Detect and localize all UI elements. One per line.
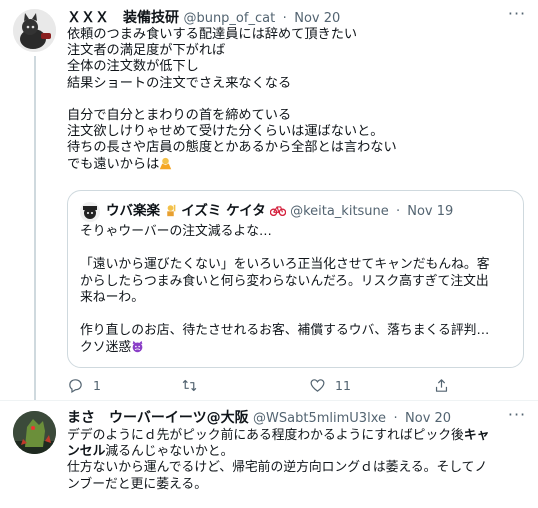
text-line: 結果ショートの注文でさえ来なくなる	[67, 75, 292, 91]
text-line: そりゃウーバーの注文減るよな…	[80, 224, 272, 239]
separator-dot: ·	[395, 204, 401, 219]
more-options-icon[interactable]: ···	[506, 407, 528, 426]
avatar[interactable]	[13, 9, 56, 52]
text-line: 来ねーわ。	[80, 290, 144, 305]
display-name[interactable]: ＸＸＸ 装備技研	[67, 10, 179, 26]
retweet-button[interactable]	[181, 374, 207, 396]
tweet-header: まさ ウーバーイーツ@大阪 @WSabt5mlimU3lxe · Nov 20	[67, 409, 498, 428]
handle[interactable]: @WSabt5mlimU3lxe	[253, 411, 386, 426]
like-button[interactable]: 11	[309, 374, 351, 396]
text-line: 待ちの長さや店員の態度とかあるから全部とは言わない	[67, 140, 397, 156]
quoted-timestamp: Nov 19	[407, 204, 454, 219]
text-bold: キャ	[463, 428, 490, 443]
text-line: 減るんじゃないかと。	[105, 444, 234, 460]
timestamp[interactable]: Nov 20	[294, 11, 340, 26]
text-line: 「遠いから運びたくない」をいろいろ正当化させてキャンだもんね。客	[80, 257, 490, 272]
timestamp[interactable]: Nov 20	[405, 411, 451, 426]
quoted-display-name-2: イズミ ケイタ	[181, 203, 266, 219]
text-line: 自分で自分とまわりの首を締めている	[67, 108, 292, 124]
bicycle-emoji-icon	[269, 206, 286, 217]
text-line: 注文者の満足度が下がれば	[67, 43, 226, 59]
text-bold: ンセル	[67, 444, 106, 460]
text-line: クソ迷惑	[80, 339, 132, 355]
share-button[interactable]	[433, 374, 459, 396]
quoted-display-name: ウバ楽楽	[106, 203, 160, 219]
display-name[interactable]: まさ ウーバーイーツ@大阪	[67, 410, 249, 426]
person-raising-hand-emoji-icon	[167, 204, 176, 217]
thread-line	[34, 56, 36, 400]
tweet-actions: 1 11	[67, 374, 507, 396]
quoted-header: ウバ楽楽 イズミ ケイタ @keita_kitsune · Nov 19	[106, 202, 513, 221]
separator-dot: ·	[282, 11, 287, 26]
fox-avatar-icon	[80, 202, 100, 222]
text-line: ンブーだと更に萎える。	[67, 476, 207, 492]
share-icon	[435, 378, 448, 392]
tweet-main[interactable]: ＸＸＸ 装備技研 @bunp_of_cat · Nov 20 ··· 依頼のつま…	[0, 0, 538, 400]
cat-avatar-icon	[13, 9, 56, 52]
angry-devil-emoji-icon	[132, 340, 143, 352]
tweet-header: ＸＸＸ 装備技研 @bunp_of_cat · Nov 20	[67, 9, 498, 28]
quoted-text: そりゃウーバーの注文減るよな… 「遠いから運びたくない」をいろいろ正当化させてキ…	[80, 224, 511, 356]
quoted-tweet[interactable]: ウバ楽楽 イズミ ケイタ @keita_kitsune · Nov 19 そりゃ…	[67, 190, 524, 368]
text-line: 全体の注文数が低下し	[67, 59, 199, 75]
separator-dot: ·	[393, 411, 398, 426]
avatar[interactable]	[13, 411, 56, 454]
text-line: からしたらつまみ食いと何ら変わらないんだろ。リスク高すぎて注文出	[80, 273, 489, 289]
quoted-handle: @keita_kitsune	[290, 204, 389, 219]
tweet-text: 依頼のつまみ食いする配達員には辞めて頂きたい 注文者の満足度が下がれば 全体の注…	[67, 27, 524, 173]
reply-count: 1	[93, 377, 101, 393]
text-line: でも遠いからは	[67, 156, 160, 172]
person-gesturing-no-emoji-icon	[160, 157, 172, 169]
tweet-reply[interactable]: まさ ウーバーイーツ@大阪 @WSabt5mlimU3lxe · Nov 20 …	[0, 400, 538, 508]
monster-avatar-icon	[13, 411, 56, 454]
like-count: 11	[335, 377, 351, 393]
text-line: 作り直しのお店、待たさせれるお客、補償するウバ、落ちまくる評判…	[80, 323, 490, 338]
quoted-avatar	[80, 202, 100, 222]
reply-icon	[69, 378, 82, 393]
text-line: 依頼のつまみ食いする配達員には辞めて頂きたい	[67, 27, 358, 42]
more-options-icon[interactable]: ···	[506, 6, 528, 25]
text-line: デデのようにｄ先がピック前にある程度わかるようにすればピック後	[67, 428, 464, 443]
tweet-text: デデのようにｄ先がピック前にある程度わかるようにすればピック後キャ ンセル減るん…	[67, 428, 524, 493]
text-line: 注文欲しけりゃせめて受けた分くらいは運ばないと。	[67, 124, 384, 140]
heart-icon	[310, 378, 325, 392]
handle[interactable]: @bunp_of_cat	[183, 11, 275, 26]
retweet-icon	[182, 379, 197, 391]
text-line: 仕方ないから運んでるけど、帰宅前の逆方向ロングｄは萎える。そしてノ	[67, 460, 488, 476]
reply-button[interactable]: 1	[67, 374, 101, 396]
